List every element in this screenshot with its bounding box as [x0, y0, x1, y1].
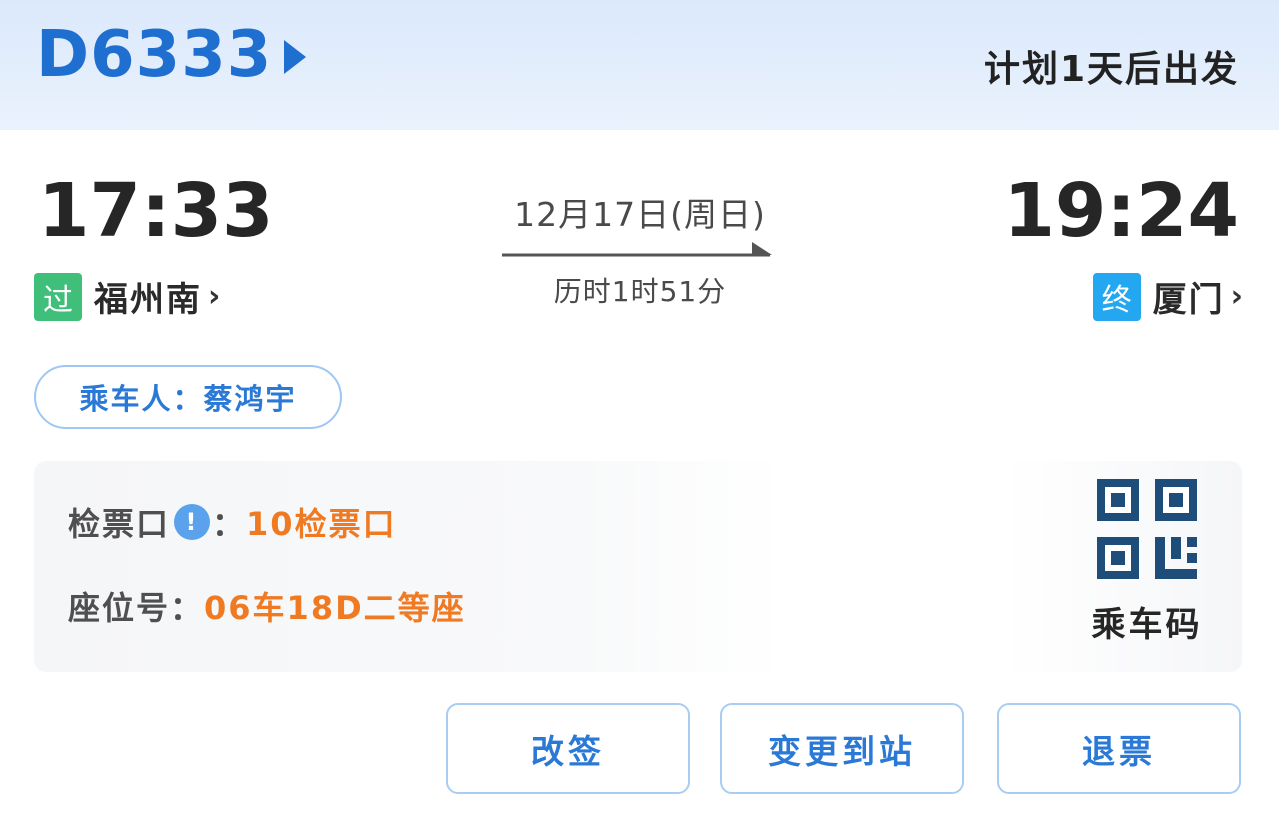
train-number: D6333 — [36, 18, 273, 92]
ride-code-label: 乘车码 — [1091, 605, 1203, 645]
travel-duration: 历时1时51分 — [553, 275, 727, 308]
gate-colon: ： — [212, 505, 247, 543]
info-alert-icon[interactable]: ! — [174, 504, 211, 540]
departure-station[interactable]: 过 福州南 › — [34, 272, 220, 321]
change-ticket-button[interactable]: 改签 — [446, 703, 690, 794]
chevron-right-icon: › — [208, 279, 221, 314]
passenger-label: 乘车人：蔡鸿宇 — [79, 382, 297, 416]
ride-code-button[interactable]: 乘车码 — [1082, 479, 1212, 646]
gate-row: 检票口 ! ： 10检票口 — [68, 499, 397, 545]
ticket-card: D6333 计划1天后出发 17:33 19:24 12月17日(周日) 历时1… — [0, 0, 1279, 819]
journey-arrow-icon — [502, 242, 772, 257]
ticket-info-box: 检票口 ! ： 10检票口 座位号： 06车18D二等座 乘车码 — [34, 461, 1242, 672]
train-number-link[interactable]: D6333 — [36, 18, 307, 92]
seat-row: 座位号： 06车18D二等座 — [68, 583, 466, 629]
qr-code-icon — [1097, 479, 1197, 579]
arrival-station-name: 厦门 — [1152, 280, 1225, 320]
departure-plan-text: 计划1天后出发 — [983, 49, 1239, 90]
seat-value: 06车18D二等座 — [204, 589, 466, 627]
arrival-time: 19:24 — [1003, 168, 1239, 254]
arrival-station[interactable]: 终 厦门 › — [1092, 272, 1243, 321]
change-destination-button[interactable]: 变更到站 — [720, 703, 964, 794]
seat-label: 座位号： — [68, 589, 205, 627]
passenger-pill[interactable]: 乘车人：蔡鸿宇 — [34, 365, 342, 429]
play-arrow-icon — [284, 40, 307, 74]
terminal-badge: 终 — [1092, 272, 1141, 321]
chevron-right-icon: › — [1230, 279, 1243, 314]
travel-date: 12月17日(周日) — [514, 195, 766, 234]
pass-through-badge: 过 — [34, 272, 82, 321]
ticket-header: D6333 计划1天后出发 — [0, 0, 1279, 130]
gate-label: 检票口 — [68, 505, 171, 543]
departure-station-name: 福州南 — [94, 280, 202, 320]
refund-button[interactable]: 退票 — [997, 703, 1241, 794]
gate-value: 10检票口 — [246, 505, 397, 543]
departure-time: 17:33 — [38, 168, 274, 254]
